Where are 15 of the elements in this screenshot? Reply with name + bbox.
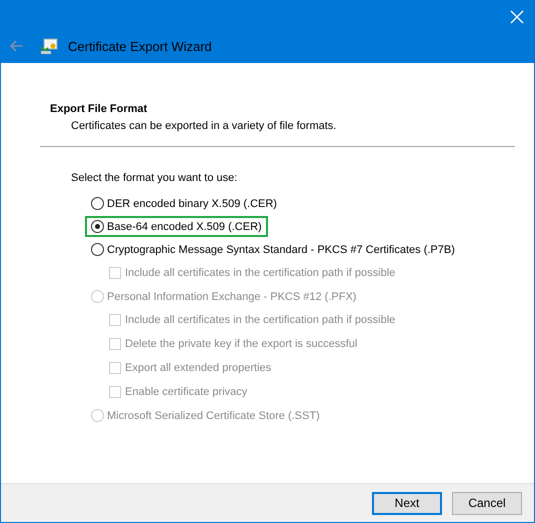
radio-button[interactable] xyxy=(91,197,104,210)
option-label[interactable]: Base-64 encoded X.509 (.CER) xyxy=(107,220,262,232)
radio-button[interactable] xyxy=(91,220,104,233)
section-title: Export File Format xyxy=(49,103,148,115)
window-title: Certificate Export Wizard xyxy=(68,38,212,54)
next-button[interactable]: Next xyxy=(372,492,442,514)
back-arrow-icon[interactable] xyxy=(10,40,24,52)
cancel-button[interactable]: Cancel xyxy=(452,492,522,514)
option-label[interactable]: DER encoded binary X.509 (.CER) xyxy=(107,198,277,210)
prompt-text: Select the format you want to use: xyxy=(70,172,238,184)
section-subtitle: Certificates can be exported in a variety of file formats. xyxy=(70,120,338,132)
close-icon[interactable] xyxy=(510,10,524,24)
certificate-icon xyxy=(40,37,58,55)
radio-button[interactable] xyxy=(91,243,104,256)
option-label[interactable]: Cryptographic Message Syntax Standard - PKCS #7 Certificates (.P7B) xyxy=(107,244,455,256)
